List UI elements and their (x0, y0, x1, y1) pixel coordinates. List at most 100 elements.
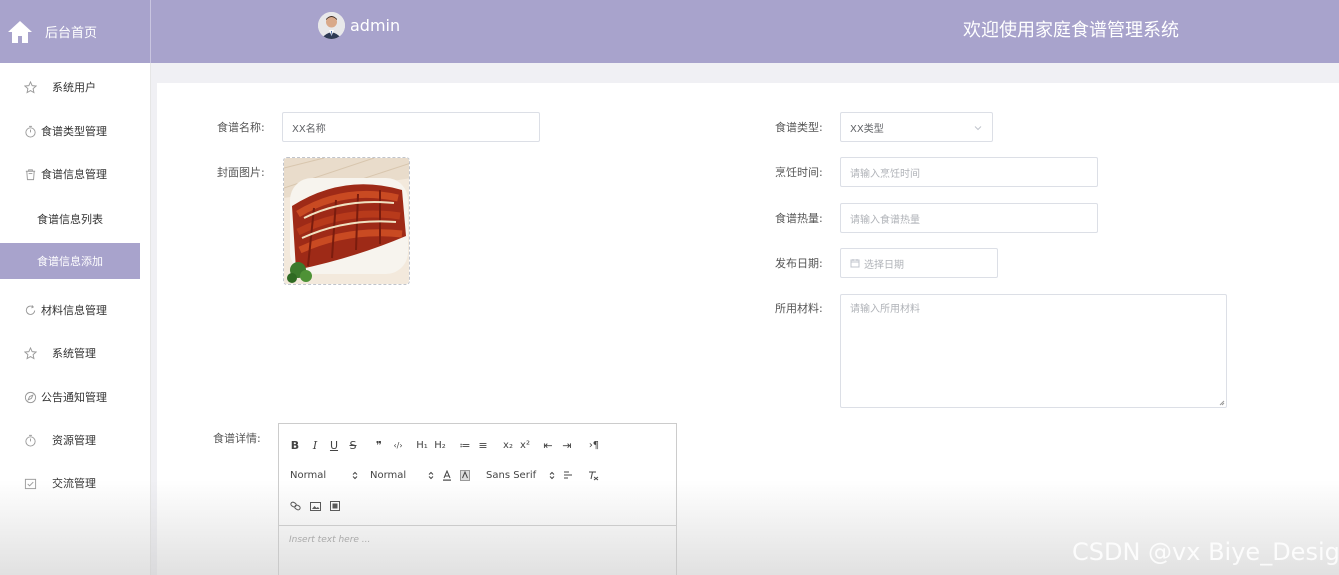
system-title: 欢迎使用家庭食谱管理系统 (963, 20, 1179, 41)
clear-format-button[interactable] (587, 466, 599, 484)
heading-1-button[interactable]: H₁ (415, 436, 429, 454)
sidebar-item-material-info[interactable]: 材料信息管理 (0, 290, 151, 330)
recipe-type-value: XX类型 (850, 123, 884, 135)
material-label: 所用材料: (775, 302, 823, 315)
editor-toolbar-row-2: Normal Normal Sans Serif (279, 464, 599, 486)
blockquote-button[interactable]: ❞ (373, 436, 385, 454)
align-button[interactable] (562, 466, 574, 484)
superscript-button[interactable]: x² (518, 436, 532, 454)
material-placeholder: 请输入所用材料 (850, 304, 920, 315)
strike-button[interactable]: S (348, 436, 358, 454)
image-icon (309, 501, 321, 511)
editor-placeholder: Insert text here ... (289, 535, 371, 545)
recipe-type-select[interactable]: XX类型 (840, 112, 993, 142)
sidebar-item-label: 食谱信息管理 (41, 168, 107, 181)
header-select[interactable]: Normal (290, 466, 358, 484)
sidebar-item-notice[interactable]: 公告通知管理 (0, 377, 151, 417)
publish-date-picker[interactable]: 选择日期 (840, 248, 998, 278)
sidebar-item-recipe-type[interactable]: 食谱类型管理 (0, 111, 151, 151)
underline-button[interactable]: U (329, 436, 339, 454)
size-select[interactable]: Normal (370, 466, 434, 484)
sidebar-subitem-label: 食谱信息添加 (37, 255, 103, 268)
text-color-button[interactable] (441, 466, 453, 484)
indent-button[interactable]: ⇥ (560, 436, 574, 454)
outdent-button[interactable]: ⇤ (541, 436, 555, 454)
subscript-button[interactable]: x₂ (501, 436, 515, 454)
font-select-value: Sans Serif (486, 469, 537, 481)
cook-time-label: 烹饪时间: (775, 166, 823, 179)
trash-icon (25, 168, 36, 180)
avatar (318, 12, 345, 39)
sidebar: 系统用户 食谱类型管理 食谱信息管理 食谱信息列表 食谱信息添加 材料信息管理 … (0, 63, 151, 575)
recipe-name-value: XX名称 (292, 123, 326, 135)
username: admin (350, 16, 401, 35)
link-icon (289, 501, 301, 511)
recipe-form: 食谱名称: XX名称 封面图片: 食谱类型: XX类型 烹饪时间: 请输入烹饪时… (157, 83, 1339, 575)
chevron-down-icon (974, 126, 982, 131)
sidebar-subitem-recipe-add[interactable]: 食谱信息添加 (0, 243, 140, 279)
calorie-input[interactable]: 请输入食谱热量 (840, 203, 1098, 233)
star-icon (24, 80, 37, 94)
sidebar-item-system-manage[interactable]: 系统管理 (0, 333, 151, 373)
sidebar-item-label: 资源管理 (52, 434, 96, 447)
calorie-label: 食谱热量: (775, 212, 823, 225)
text-direction-button[interactable]: ›¶ (586, 436, 602, 454)
video-button[interactable] (329, 497, 341, 515)
rich-text-editor: B I U S ❞ ‹/› H₁ H₂ ≔ ≡ x₂ x² ⇤ ⇥ ›¶ Nor… (278, 423, 677, 575)
cover-image-upload[interactable] (283, 157, 410, 285)
sidebar-item-label: 公告通知管理 (41, 391, 107, 404)
size-select-value: Normal (370, 469, 407, 481)
calendar-icon (850, 259, 860, 268)
recipe-name-label: 食谱名称: (217, 121, 265, 134)
material-textarea[interactable]: 请输入所用材料 (840, 294, 1227, 408)
header-select-value: Normal (290, 469, 327, 481)
sidebar-item-system-users[interactable]: 系统用户 (0, 67, 151, 107)
background-color-button[interactable] (459, 466, 471, 484)
timer-icon (25, 434, 36, 447)
code-button[interactable]: ‹/› (391, 436, 405, 454)
sort-icon (352, 471, 358, 479)
sidebar-subitem-recipe-list[interactable]: 食谱信息列表 (0, 201, 140, 237)
sidebar-item-recipe-info[interactable]: 食谱信息管理 (0, 154, 151, 194)
heading-2-button[interactable]: H₂ (433, 436, 447, 454)
publish-date-label: 发布日期: (775, 257, 823, 270)
background-color-icon (460, 469, 470, 481)
home-label: 后台首页 (45, 26, 98, 41)
align-left-icon (564, 471, 572, 479)
user-menu[interactable]: admin (318, 12, 400, 39)
bold-button[interactable]: B (289, 436, 301, 454)
home-link[interactable]: 后台首页 (0, 0, 151, 63)
calorie-placeholder: 请输入食谱热量 (850, 214, 920, 226)
sidebar-item-label: 食谱类型管理 (41, 125, 107, 138)
sidebar-item-label: 系统管理 (52, 347, 96, 360)
image-button[interactable] (309, 497, 321, 515)
sort-icon (549, 471, 555, 479)
italic-button[interactable]: I (310, 436, 320, 454)
sidebar-item-resources[interactable]: 资源管理 (0, 420, 151, 460)
sidebar-item-label: 交流管理 (52, 477, 96, 490)
sidebar-subitem-label: 食谱信息列表 (37, 213, 103, 226)
timer-icon (25, 125, 36, 138)
editor-toolbar-row-3 (279, 495, 341, 517)
compass-icon (24, 391, 37, 403)
font-select[interactable]: Sans Serif (486, 466, 562, 484)
bullet-list-button[interactable]: ≡ (476, 436, 490, 454)
watermark: CSDN @vx Biye_Design (1072, 538, 1339, 566)
ordered-list-button[interactable]: ≔ (458, 436, 472, 454)
recipe-detail-label: 食谱详情: (213, 432, 261, 445)
editor-content-area[interactable]: Insert text here ... (279, 525, 676, 575)
home-icon (8, 20, 32, 43)
sort-icon (428, 471, 434, 479)
publish-date-placeholder: 选择日期 (864, 259, 904, 271)
cook-time-placeholder: 请输入烹饪时间 (850, 168, 920, 180)
resize-handle-icon[interactable] (1219, 400, 1225, 406)
editor-toolbar-row-1: B I U S ❞ ‹/› H₁ H₂ ≔ ≡ x₂ x² ⇤ ⇥ ›¶ (279, 434, 602, 456)
text-color-icon (443, 469, 451, 481)
link-button[interactable] (289, 497, 301, 515)
recipe-name-input[interactable]: XX名称 (282, 112, 540, 142)
clear-format-icon (588, 471, 598, 480)
cover-image-label: 封面图片: (217, 166, 265, 179)
cook-time-input[interactable]: 请输入烹饪时间 (840, 157, 1098, 187)
sidebar-item-communication[interactable]: 交流管理 (0, 463, 151, 503)
sidebar-item-label: 材料信息管理 (41, 304, 107, 317)
